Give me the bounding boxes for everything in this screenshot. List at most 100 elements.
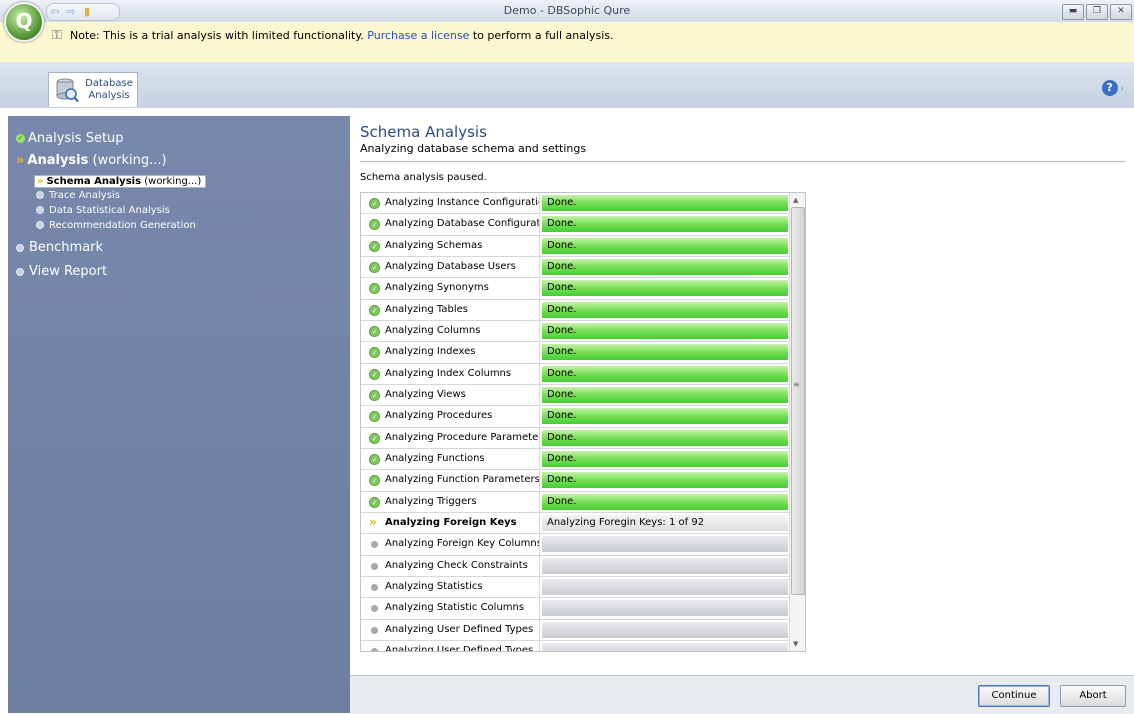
sidebar-item-benchmark[interactable]: Benchmark bbox=[16, 240, 103, 255]
main-panel: Schema Analysis Analyzing database schem… bbox=[350, 108, 1134, 675]
task-name-cell: ✓ Analyzing Synonyms bbox=[361, 278, 540, 299]
pending-dot-icon bbox=[371, 647, 378, 651]
window-title: Demo - DBSophic Qure bbox=[503, 4, 631, 17]
task-name: Analyzing Functions bbox=[385, 452, 485, 464]
task-progress-cell: Done. bbox=[540, 342, 790, 362]
task-row: ✓ Analyzing Index Columns Done. bbox=[361, 363, 805, 385]
task-name-cell: ✓ Analyzing Procedure Parameters bbox=[361, 427, 540, 448]
purchase-license-link[interactable]: Purchase a license bbox=[367, 29, 469, 42]
restore-icon[interactable]: ❐ bbox=[1086, 4, 1108, 20]
progress-bar: Done. bbox=[542, 322, 788, 339]
task-progress-cell bbox=[540, 577, 790, 597]
task-progress-cell bbox=[540, 598, 790, 618]
task-row: ✓ Analyzing Instance Configurations Done. bbox=[361, 193, 805, 215]
tab-label-line2: Analysis bbox=[88, 90, 130, 101]
check-icon: ✓ bbox=[369, 347, 380, 359]
task-progress-cell: Done. bbox=[540, 492, 790, 512]
task-name-cell: Analyzing Check Constraints bbox=[361, 555, 540, 576]
task-row: ✓ Analyzing Columns Done. bbox=[361, 320, 805, 343]
continue-button[interactable]: Continue bbox=[978, 685, 1050, 707]
check-icon: ✓ bbox=[369, 219, 380, 231]
progress-text: Done. bbox=[547, 324, 577, 336]
task-row: ✓ Analyzing Views Done. bbox=[361, 384, 805, 407]
task-name-cell: » Analyzing Foreign Keys bbox=[361, 512, 540, 534]
window-controls: ▬ ❐ ✕ bbox=[1060, 3, 1132, 20]
database-analysis-tab[interactable]: Database Analysis bbox=[48, 72, 138, 107]
task-name: Analyzing User Defined Types bbox=[385, 644, 534, 652]
sidebar-item-data-statistical-analysis[interactable]: Data Statistical Analysis bbox=[36, 205, 170, 216]
check-icon: ✓ bbox=[369, 261, 380, 273]
progress-text: Done. bbox=[547, 367, 577, 379]
progress-text: Done. bbox=[547, 260, 577, 272]
progress-text: Done. bbox=[547, 410, 577, 422]
task-row: ✓ Analyzing Indexes Done. bbox=[361, 342, 805, 364]
task-name: Analyzing Database Configurations bbox=[385, 218, 540, 230]
bullet-icon bbox=[36, 206, 44, 214]
progress-text: Done. bbox=[547, 474, 577, 486]
task-progress-cell: Analyzing Foregin Keys: 1 of 92 bbox=[540, 513, 790, 533]
task-name: Analyzing Statistics bbox=[385, 580, 483, 592]
task-name-cell: Analyzing Statistics bbox=[361, 576, 540, 598]
progress-text: Done. bbox=[547, 452, 577, 464]
scroll-up-arrow-icon[interactable]: ▲ bbox=[793, 196, 798, 204]
check-icon: ✓ bbox=[369, 283, 380, 295]
check-icon: ✓ bbox=[369, 432, 380, 444]
sidebar-item-recommendation-generation[interactable]: Recommendation Generation bbox=[36, 220, 196, 231]
progress-text: Done. bbox=[547, 303, 577, 315]
app-menu-orb-icon[interactable]: Q bbox=[4, 2, 44, 42]
scroll-down-arrow-icon[interactable]: ▼ bbox=[793, 640, 798, 648]
sidebar-item-trace-analysis[interactable]: Trace Analysis bbox=[36, 190, 120, 201]
page-title: Schema Analysis bbox=[360, 123, 487, 141]
task-name: Analyzing Function Parameters bbox=[385, 474, 540, 486]
task-name: Analyzing Procedure Parameters bbox=[385, 431, 540, 443]
task-name: Analyzing Instance Configurations bbox=[385, 197, 540, 208]
check-icon: ✓ bbox=[369, 368, 380, 380]
task-progress-cell: Done. bbox=[540, 300, 790, 320]
progress-bar bbox=[542, 642, 788, 651]
check-icon: ✓ bbox=[369, 240, 380, 252]
progress-text: Done. bbox=[547, 239, 577, 251]
ribbon: Database Analysis ? › bbox=[0, 62, 1134, 109]
progress-text: Done. bbox=[547, 197, 577, 208]
sidebar-item-label: View Report bbox=[29, 264, 108, 279]
task-row: ✓ Analyzing Procedure Parameters Done. bbox=[361, 427, 805, 449]
task-name: Analyzing Index Columns bbox=[385, 367, 512, 379]
check-icon: ✓ bbox=[369, 389, 380, 401]
task-name-cell: ✓ Analyzing Views bbox=[361, 384, 540, 406]
minimize-icon[interactable]: ▬ bbox=[1062, 4, 1084, 20]
task-progress-cell: Done. bbox=[540, 257, 790, 277]
task-progress-cell: Done. bbox=[540, 449, 790, 469]
task-progress-cell: Done. bbox=[540, 193, 790, 213]
sidebar-item-label: Schema Analysis bbox=[46, 176, 142, 187]
scrollbar[interactable]: ▲ ≡ ▼ bbox=[789, 193, 805, 651]
pending-dot-icon bbox=[371, 562, 378, 570]
pending-dot-icon bbox=[371, 626, 378, 634]
progress-bar bbox=[542, 557, 788, 574]
progress-bar: Done. bbox=[542, 237, 788, 254]
sidebar-item-analysis-setup[interactable]: ✓ Analysis Setup bbox=[16, 131, 124, 146]
task-progress-cell: Done. bbox=[540, 236, 790, 256]
progress-bar: Done. bbox=[542, 344, 788, 361]
task-name-cell: ✓ Analyzing Index Columns bbox=[361, 363, 540, 384]
check-icon: ✓ bbox=[369, 411, 380, 423]
help-button[interactable]: ? › bbox=[1101, 80, 1124, 96]
check-icon: ✓ bbox=[16, 134, 25, 143]
tab-label-line1: Database bbox=[85, 78, 133, 89]
sidebar-item-state: (working...) bbox=[144, 176, 202, 187]
close-icon[interactable]: ✕ bbox=[1110, 4, 1132, 20]
abort-button[interactable]: Abort bbox=[1060, 685, 1126, 707]
sidebar-item-schema-analysis[interactable]: » Schema Analysis (working...) bbox=[34, 175, 207, 188]
progress-bar: Done. bbox=[542, 450, 788, 467]
task-name: Analyzing Foreign Key Columns bbox=[385, 538, 540, 550]
progress-bar: Done. bbox=[542, 493, 788, 510]
sidebar-item-analysis[interactable]: » Analysis (working...) bbox=[16, 153, 167, 168]
task-name: Analyzing Procedures bbox=[385, 410, 493, 422]
task-progress-cell: Done. bbox=[540, 364, 790, 384]
scroll-thumb[interactable] bbox=[791, 207, 805, 595]
key-icon: ⚿ bbox=[52, 28, 62, 43]
task-row: Analyzing User Defined Types bbox=[361, 619, 805, 641]
task-name-cell: ✓ Analyzing Function Parameters bbox=[361, 470, 540, 491]
sidebar-item-label: Benchmark bbox=[29, 240, 104, 255]
sidebar-item-view-report[interactable]: View Report bbox=[16, 264, 107, 279]
task-name-cell: ✓ Analyzing Procedures bbox=[361, 406, 540, 427]
